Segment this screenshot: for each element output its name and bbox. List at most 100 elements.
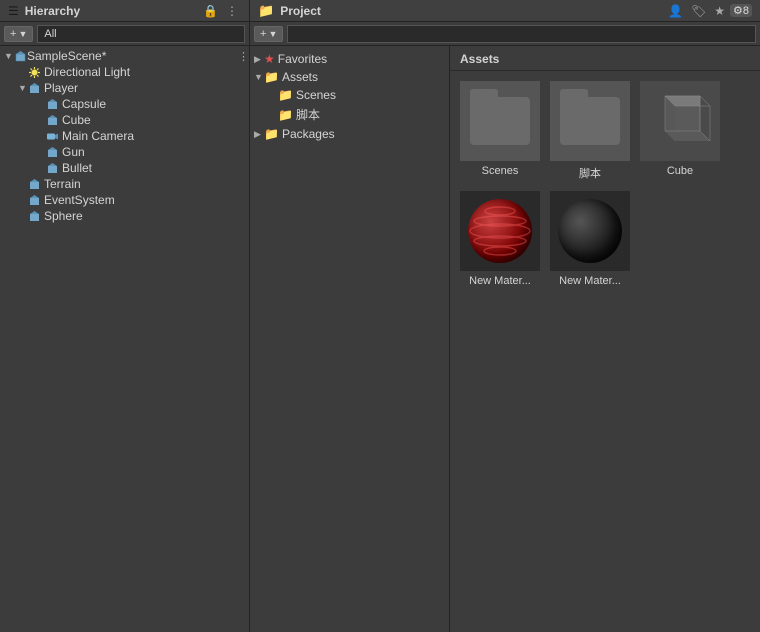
asset-scenes[interactable]: Scenes [460, 81, 540, 181]
project-tag-icon[interactable]: 🏷 [688, 3, 709, 19]
scripts-label: 脚本 [296, 106, 320, 123]
gun-icon [46, 146, 59, 159]
project-panel: 📁 Project 👤 🏷 ★ ⚙8 + ▼ ▶ ★ [250, 0, 760, 632]
mat-red-thumb [460, 191, 540, 271]
assets-arrow: ▼ [254, 72, 264, 82]
hierarchy-search-input[interactable] [37, 25, 245, 43]
project-header: 📁 Project 👤 🏷 ★ ⚙8 [250, 0, 760, 22]
scripts-folder-icon: 📁 [278, 108, 293, 122]
mat-red-label: New Mater... [469, 275, 531, 287]
hierarchy-lock-icon[interactable]: 🔒 [200, 3, 221, 19]
cube-asset-label: Cube [667, 165, 693, 177]
scene-name: SampleScene* [27, 49, 106, 63]
assets-label: Assets [282, 70, 318, 84]
project-tree: ▶ ★ Favorites ▼ 📁 Assets 📁 Scenes [250, 46, 450, 632]
favorites-label: Favorites [278, 52, 327, 66]
bullet-icon [46, 162, 59, 175]
cube-icon [46, 114, 59, 127]
asset-scripts[interactable]: 脚本 [550, 81, 630, 181]
scenes-label: Scenes [296, 88, 336, 102]
asset-cube[interactable]: Cube [640, 81, 720, 181]
project-toolbar: + ▼ [250, 22, 760, 46]
tree-packages[interactable]: ▶ 📁 Packages [250, 125, 449, 143]
scene-menu[interactable]: ⋮ [238, 50, 249, 63]
project-search-input[interactable] [287, 25, 756, 43]
gun-label: Gun [62, 145, 85, 159]
hierarchy-menu-icon: ☰ [8, 4, 19, 18]
light-icon [28, 66, 41, 79]
asset-mat-red[interactable]: New Mater... [460, 191, 540, 287]
packages-arrow: ▶ [254, 129, 264, 140]
terrain-label: Terrain [44, 177, 81, 191]
terrain-icon [28, 178, 41, 191]
hierarchy-more-icon[interactable]: ⋮ [223, 3, 241, 19]
hierarchy-panel: ☰ Hierarchy 🔒 ⋮ + ▼ ▼ [0, 0, 250, 632]
sphere-lines-svg [468, 199, 532, 263]
tree-item-bullet[interactable]: Bullet [0, 160, 249, 176]
project-title: Project [280, 4, 321, 18]
packages-label: Packages [282, 127, 335, 141]
scenes-asset-label: Scenes [482, 165, 519, 177]
player-icon [28, 82, 41, 95]
hierarchy-toolbar: + ▼ [0, 22, 249, 46]
assets-area: Assets Scenes 脚本 [450, 46, 760, 632]
scripts-folder-shape [560, 97, 620, 145]
tree-item-terrain[interactable]: Terrain [0, 176, 249, 192]
scene-icon [14, 50, 27, 63]
cube-label: Cube [62, 113, 91, 127]
tree-item-directional-light[interactable]: Directional Light [0, 64, 249, 80]
scenes-thumb [460, 81, 540, 161]
scenes-folder-shape [470, 97, 530, 145]
tree-item-sphere[interactable]: Sphere [0, 208, 249, 224]
project-add-button[interactable]: + ▼ [254, 26, 283, 42]
tree-scenes[interactable]: 📁 Scenes [250, 86, 449, 104]
scenes-folder-icon: 📁 [278, 88, 293, 102]
project-badge: ⚙8 [730, 4, 752, 17]
cube-3d-svg [645, 86, 715, 156]
fav-arrow: ▶ [254, 54, 264, 65]
sphere-label: Sphere [44, 209, 83, 223]
scripts-asset-label: 脚本 [579, 165, 601, 181]
directional-light-label: Directional Light [44, 65, 130, 79]
scripts-thumb [550, 81, 630, 161]
black-sphere-shape [558, 199, 622, 263]
eventsystem-label: EventSystem [44, 193, 115, 207]
assets-header: Assets [450, 46, 760, 71]
mat-black-thumb [550, 191, 630, 271]
capsule-icon [46, 98, 59, 111]
project-folder-icon: 📁 [258, 3, 274, 19]
bullet-label: Bullet [62, 161, 92, 175]
main-camera-label: Main Camera [62, 129, 134, 143]
player-label: Player [44, 81, 78, 95]
tree-assets[interactable]: ▼ 📁 Assets [250, 68, 449, 86]
hierarchy-title: Hierarchy [25, 4, 80, 18]
tree-item-gun[interactable]: Gun [0, 144, 249, 160]
tree-item-main-camera[interactable]: Main Camera [0, 128, 249, 144]
assets-grid: Scenes 脚本 [450, 71, 760, 297]
assets-folder-icon: 📁 [264, 70, 279, 84]
fav-star-icon: ★ [264, 52, 275, 66]
capsule-label: Capsule [62, 97, 106, 111]
tree-item-player[interactable]: ▼ Player [0, 80, 249, 96]
cube-thumb [640, 81, 720, 161]
packages-folder-icon: 📁 [264, 127, 279, 141]
hierarchy-tree: ▼ SampleScene* ⋮ [0, 46, 249, 632]
hierarchy-add-button[interactable]: + ▼ [4, 26, 33, 42]
tree-item-eventsystem[interactable]: EventSystem [0, 192, 249, 208]
camera-icon [46, 130, 59, 143]
tree-item-capsule[interactable]: Capsule [0, 96, 249, 112]
project-profile-icon[interactable]: 👤 [665, 3, 686, 19]
tree-favorites[interactable]: ▶ ★ Favorites [250, 50, 449, 68]
scene-root[interactable]: ▼ SampleScene* ⋮ [0, 48, 249, 64]
sphere-icon [28, 210, 41, 223]
scene-expand-icon: ▼ [4, 51, 14, 61]
asset-mat-black[interactable]: New Mater... [550, 191, 630, 287]
project-content: ▶ ★ Favorites ▼ 📁 Assets 📁 Scenes [250, 46, 760, 632]
tree-scripts[interactable]: 📁 脚本 [250, 104, 449, 125]
hierarchy-header: ☰ Hierarchy 🔒 ⋮ [0, 0, 249, 22]
project-star-icon[interactable]: ★ [711, 3, 728, 19]
mat-black-label: New Mater... [559, 275, 621, 287]
red-sphere-container [468, 199, 532, 263]
eventsystem-icon [28, 194, 41, 207]
tree-item-cube[interactable]: Cube [0, 112, 249, 128]
